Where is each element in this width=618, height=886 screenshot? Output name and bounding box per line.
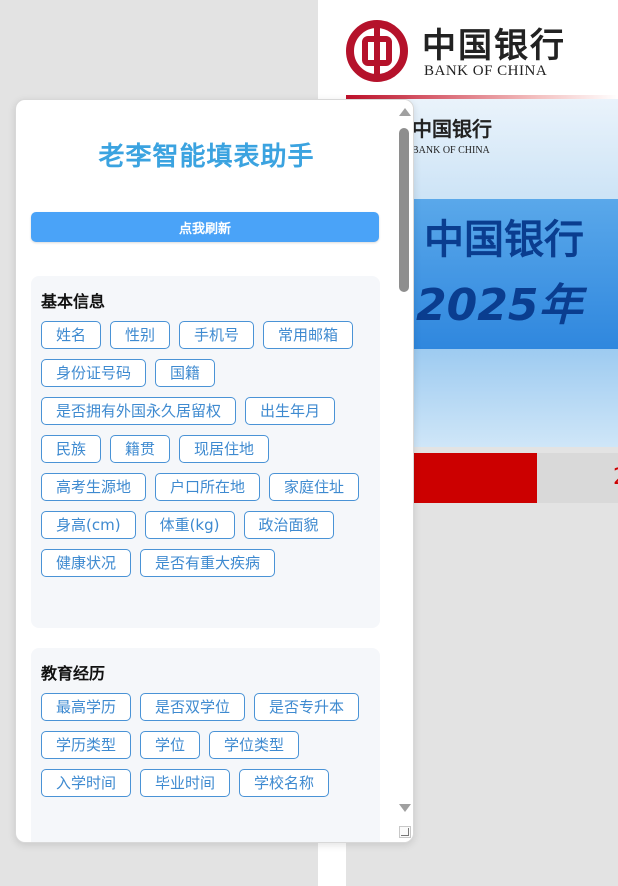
tag-list: 最高学历 是否双学位 是否专升本学历类型 学位 学位类型入学时间 毕业时间 学校名称 xyxy=(41,693,376,807)
resize-grip-icon[interactable] xyxy=(399,826,411,838)
field-tag-button[interactable]: 政治面貌 xyxy=(243,511,334,539)
field-tag-button[interactable]: 体重(kg) xyxy=(144,511,235,539)
field-tag-button[interactable]: 健康状况 xyxy=(41,549,132,577)
form-helper-panel: 老李智能填表助手 点我刷新 基本信息 姓名 性别 手机号 常用邮箱身份证号码 国籍是否拥… xyxy=(15,99,414,843)
field-tag-button[interactable]: 家庭住址 xyxy=(269,473,360,501)
banner-logo-en: BANK OF CHINA xyxy=(412,145,490,156)
field-tag-button[interactable]: 是否专升本 xyxy=(254,693,360,721)
field-tag-button[interactable]: 高考生源地 xyxy=(41,473,147,501)
scroll-up-arrow-icon[interactable] xyxy=(399,108,411,116)
field-tag-button[interactable]: 籍贯 xyxy=(110,435,171,463)
scrollbar-thumb[interactable] xyxy=(399,128,409,292)
field-tag-button[interactable]: 民族 xyxy=(41,435,102,463)
banner-logo-cn: 中国银行 xyxy=(412,117,492,141)
field-tag-button[interactable]: 现居住地 xyxy=(179,435,270,463)
field-tag-button[interactable]: 常用邮箱 xyxy=(263,321,354,349)
field-tag-button[interactable]: 毕业时间 xyxy=(140,769,231,797)
refresh-button[interactable]: 点我刷新 xyxy=(31,212,379,242)
section-basic-info: 基本信息 姓名 性别 手机号 常用邮箱身份证号码 国籍是否拥有外国永久居留权 出生年月民族… xyxy=(31,276,380,628)
field-tag-button[interactable]: 是否双学位 xyxy=(140,693,246,721)
bank-name-cn[interactable]: 中国银行 xyxy=(422,18,566,67)
bank-of-china-logo-icon[interactable] xyxy=(346,20,408,82)
panel-content: 老李智能填表助手 点我刷新 基本信息 姓名 性别 手机号 常用邮箱身份证号码 国籍是否拥… xyxy=(16,100,397,842)
field-tag-button[interactable]: 入学时间 xyxy=(41,769,132,797)
section-title: 教育经历 xyxy=(41,664,106,683)
field-tag-button[interactable]: 身份证号码 xyxy=(41,359,147,387)
field-tag-button[interactable]: 国籍 xyxy=(155,359,216,387)
section-education: 教育经历 最高学历 是否双学位 是否专升本学历类型 学位 学位类型入学时间 毕业时间 学校名… xyxy=(31,648,380,842)
field-tag-button[interactable]: 出生年月 xyxy=(245,397,336,425)
field-tag-button[interactable]: 身高(cm) xyxy=(41,511,136,539)
scroll-down-arrow-icon[interactable] xyxy=(399,804,411,812)
bank-name-en[interactable]: BANK OF CHINA xyxy=(424,63,547,80)
field-tag-button[interactable]: 姓名 xyxy=(41,321,102,349)
panel-scrollbar[interactable] xyxy=(397,100,413,842)
field-tag-button[interactable]: 是否拥有外国永久居留权 xyxy=(41,397,237,425)
nav-tab[interactable]: 2 xyxy=(537,453,618,503)
nav-tab-label: 2 xyxy=(613,465,618,490)
tag-list: 姓名 性别 手机号 常用邮箱身份证号码 国籍是否拥有外国永久居留权 出生年月民族 籍贯 现居住… xyxy=(41,321,376,587)
field-tag-button[interactable]: 学位类型 xyxy=(209,731,300,759)
banner-title-line2: 2025年 xyxy=(416,280,583,331)
field-tag-button[interactable]: 性别 xyxy=(110,321,171,349)
section-title: 基本信息 xyxy=(41,292,106,311)
panel-title: 老李智能填表助手 xyxy=(98,142,315,172)
banner-title-line1: 中国银行 xyxy=(424,217,584,263)
field-tag-button[interactable]: 户口所在地 xyxy=(155,473,261,501)
field-tag-button[interactable]: 学校名称 xyxy=(239,769,330,797)
field-tag-button[interactable]: 是否有重大疾病 xyxy=(140,549,276,577)
field-tag-button[interactable]: 学历类型 xyxy=(41,731,132,759)
field-tag-button[interactable]: 最高学历 xyxy=(41,693,132,721)
field-tag-button[interactable]: 学位 xyxy=(140,731,201,759)
field-tag-button[interactable]: 手机号 xyxy=(179,321,255,349)
